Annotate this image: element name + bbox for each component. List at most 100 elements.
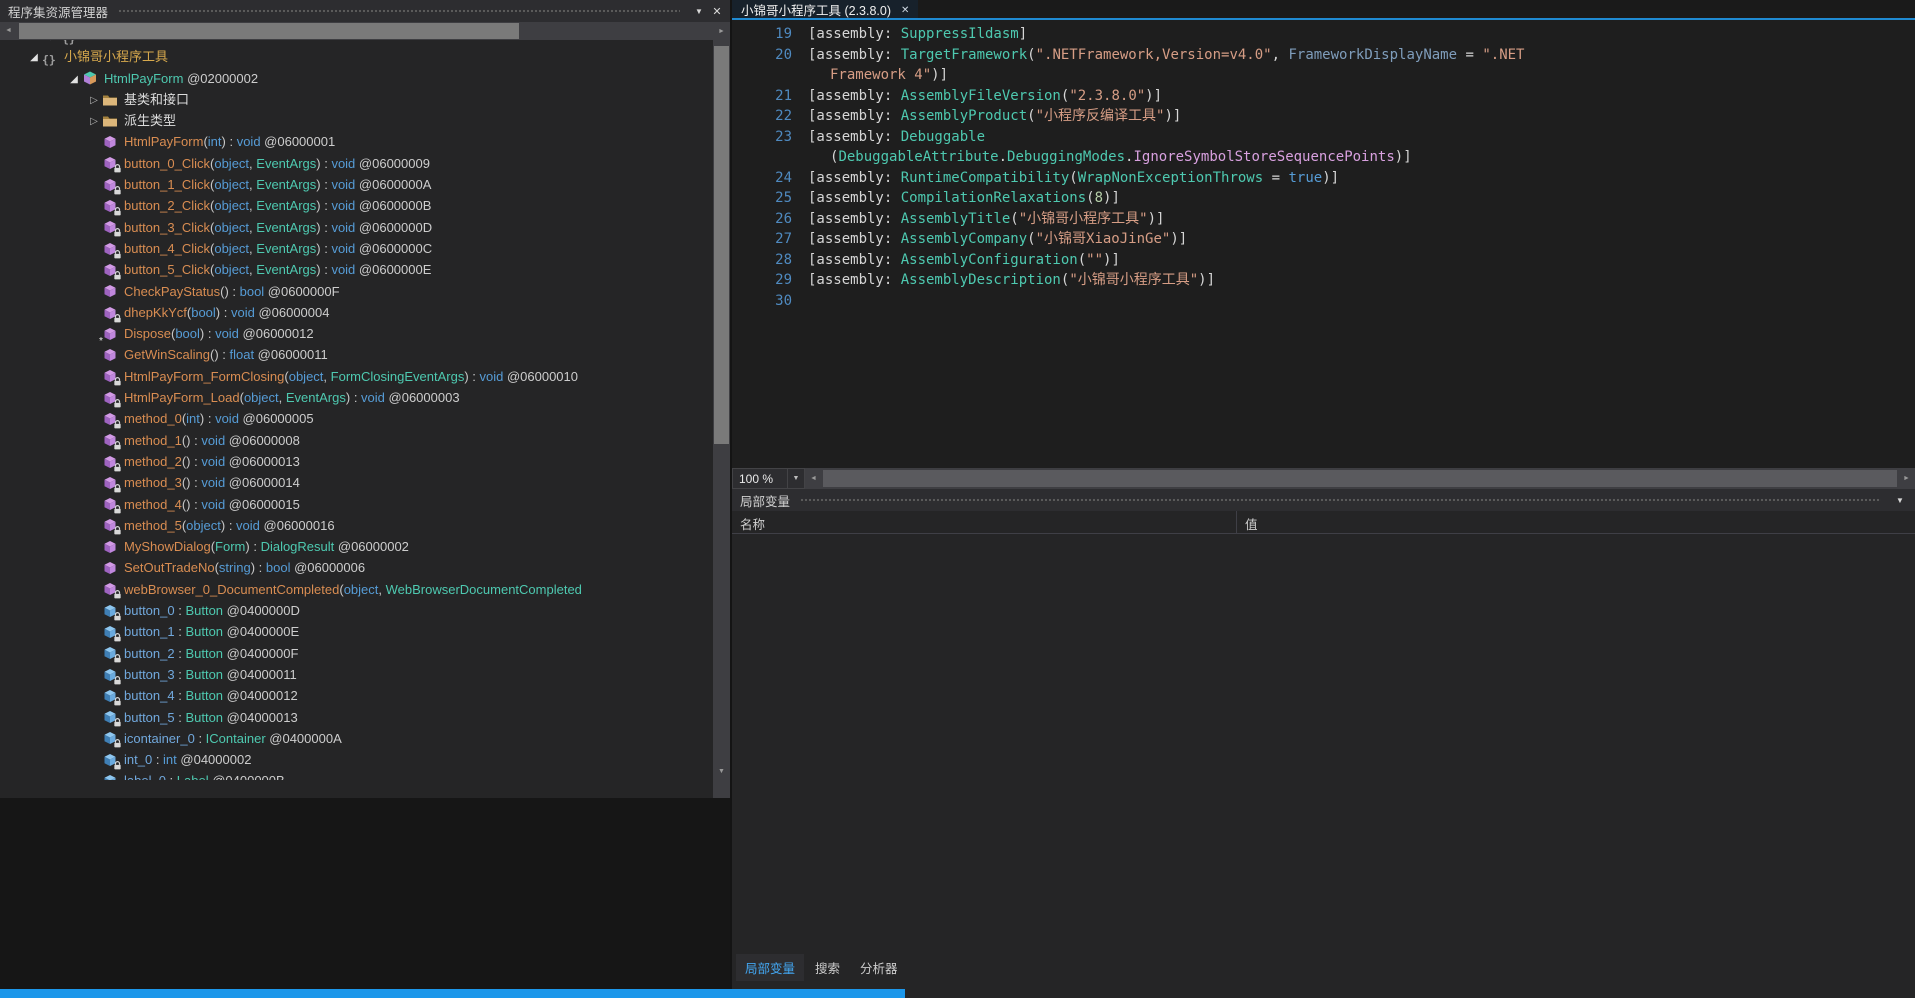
explorer-titlebar[interactable]: 程序集资源管理器	[0, 0, 730, 22]
chevron-down-icon[interactable]	[690, 2, 708, 20]
tree-row[interactable]: webBrowser_0_DocumentCompleted(object, W…	[0, 579, 713, 600]
tree-row[interactable]: * Dispose(bool) : void @06000012	[0, 323, 713, 344]
zoom-level[interactable]: 100 %	[732, 468, 788, 489]
scroll-down-icon[interactable]	[713, 763, 730, 780]
method-lock-icon	[102, 241, 119, 257]
close-icon[interactable]	[708, 2, 726, 20]
tree-row[interactable]: button_0 : Button @0400000D	[0, 600, 713, 621]
code-text: [assembly: AssemblyConfiguration("")]	[808, 250, 1120, 271]
horizontal-scroll-thumb[interactable]	[19, 23, 519, 39]
line-number: 30	[744, 291, 792, 312]
line-number: 29	[744, 270, 792, 291]
method-lock-icon	[102, 155, 119, 171]
collapse-arrow-icon[interactable]	[26, 45, 42, 68]
tree-row[interactable]: MyShowDialog(Form) : DialogResult @06000…	[0, 536, 713, 557]
tree-row[interactable]: dhepKkYcf(bool) : void @06000004	[0, 302, 713, 323]
tree-row[interactable]: GetWinScaling() : float @06000011	[0, 344, 713, 365]
tree-row-label: dhepKkYcf(bool) : void @06000004	[124, 302, 329, 323]
expand-arrow-icon[interactable]	[86, 88, 102, 111]
tree-row[interactable]: button_1_Click(object, EventArgs) : void…	[0, 174, 713, 195]
scroll-left-icon[interactable]	[0, 22, 17, 39]
document-tab-title: 小锦哥小程序工具 (2.3.8.0)	[741, 0, 891, 19]
tree-row[interactable]: button_3_Click(object, EventArgs) : void…	[0, 217, 713, 238]
field-lock-icon	[102, 730, 119, 746]
field-lock-icon	[102, 752, 119, 768]
scroll-right-icon[interactable]	[1898, 470, 1915, 487]
tree-row[interactable]: CheckPayStatus() : bool @0600000F	[0, 281, 713, 302]
tree-row[interactable]: button_1 : Button @0400000E	[0, 621, 713, 642]
bottom-tab[interactable]: 分析器	[851, 954, 907, 981]
tree-row[interactable]: method_2() : void @06000013	[0, 451, 713, 472]
tree-vertical-scrollbar[interactable]	[713, 22, 730, 780]
code-line: (DebuggableAttribute.DebuggingModes.Igno…	[744, 147, 1915, 168]
tree-row-label: Dispose(bool) : void @06000012	[124, 323, 314, 344]
locals-grid[interactable]	[732, 534, 1915, 952]
collapse-arrow-icon[interactable]	[66, 67, 82, 90]
method-icon	[102, 539, 119, 555]
method-lock-icon	[102, 368, 119, 384]
horizontal-scroll-thumb[interactable]	[823, 470, 1897, 487]
tree-row[interactable]: button_5 : Button @04000013	[0, 707, 713, 728]
tree-row[interactable]: button_4_Click(object, EventArgs) : void…	[0, 238, 713, 259]
tree-horizontal-scrollbar[interactable]	[0, 22, 730, 40]
scrollbar-corner	[713, 780, 730, 798]
tree-row[interactable]: method_4() : void @06000015	[0, 494, 713, 515]
tree-row[interactable]: button_0_Click(object, EventArgs) : void…	[0, 153, 713, 174]
bottom-tab[interactable]: 搜索	[806, 954, 849, 981]
tree-row[interactable]: button_4 : Button @04000012	[0, 685, 713, 706]
tree-row-label: CheckPayStatus() : bool @0600000F	[124, 281, 340, 302]
method-lock-icon	[102, 475, 119, 491]
tree-row[interactable]: 派生类型	[0, 110, 713, 131]
chevron-down-icon[interactable]	[1891, 491, 1909, 509]
tree-row[interactable]: button_5_Click(object, EventArgs) : void…	[0, 259, 713, 280]
vertical-scroll-thumb[interactable]	[714, 46, 729, 444]
tree-row[interactable]: HtmlPayForm(int) : void @06000001	[0, 131, 713, 152]
bottom-tab[interactable]: 局部变量	[736, 954, 804, 981]
code-text: [assembly: CompilationRelaxations(8)]	[808, 188, 1120, 209]
tree-row[interactable]: button_2_Click(object, EventArgs) : void…	[0, 195, 713, 216]
tree-row[interactable]: button_2 : Button @0400000F	[0, 643, 713, 664]
tree-row[interactable]: label_0 : Label @0400000B	[0, 770, 713, 780]
tree-row-label: button_3 : Button @04000011	[124, 664, 297, 685]
tree-row[interactable]: HtmlPayForm_FormClosing(object, FormClos…	[0, 366, 713, 387]
tree-row[interactable]: SetOutTradeNo(string) : bool @06000006	[0, 557, 713, 578]
line-number: 23	[744, 127, 792, 148]
code-horizontal-scrollbar[interactable]	[805, 468, 1915, 489]
scroll-left-icon[interactable]	[805, 470, 822, 487]
tree-row[interactable]: int_0 : int @04000002	[0, 749, 713, 770]
tree-row[interactable]: method_5(object) : void @06000016	[0, 515, 713, 536]
code-text: [assembly: AssemblyCompany("小锦哥XiaoJinGe…	[808, 229, 1187, 250]
method-star-icon: *	[102, 326, 119, 342]
tree-row-label: GetWinScaling() : float @06000011	[124, 344, 328, 365]
tab-close-icon[interactable]	[901, 2, 909, 16]
tree-row[interactable]: {}小锦哥小程序工具	[0, 46, 713, 67]
tree-row[interactable]: method_0(int) : void @06000005	[0, 408, 713, 429]
line-number: 24	[744, 168, 792, 189]
tree-row[interactable]: method_1() : void @06000008	[0, 430, 713, 451]
code-line: 25[assembly: CompilationRelaxations(8)]	[744, 188, 1915, 209]
tree-row-label: 派生类型	[124, 110, 176, 131]
tree-row[interactable]: method_3() : void @06000014	[0, 472, 713, 493]
line-number: 21	[744, 86, 792, 107]
code-view[interactable]: 19[assembly: SuppressIldasm]20[assembly:…	[732, 22, 1915, 468]
tree-row-label: button_3_Click(object, EventArgs) : void…	[124, 217, 432, 238]
tree-row[interactable]: 基类和接口	[0, 89, 713, 110]
document-tab[interactable]: 小锦哥小程序工具 (2.3.8.0)	[732, 0, 918, 18]
tree-row[interactable]: button_3 : Button @04000011	[0, 664, 713, 685]
zoom-dropdown-icon[interactable]	[788, 468, 805, 489]
expand-arrow-icon[interactable]	[86, 109, 102, 132]
tree-row[interactable]: HtmlPayForm @02000002	[0, 68, 713, 89]
column-header-value[interactable]: 值	[1237, 511, 1915, 533]
tree-row[interactable]: icontainer_0 : IContainer @0400000A	[0, 728, 713, 749]
tree-row-label: button_2 : Button @0400000F	[124, 643, 298, 664]
method-lock-icon	[102, 177, 119, 193]
tree-row-label: button_1_Click(object, EventArgs) : void…	[124, 174, 431, 195]
document-tabstrip: 小锦哥小程序工具 (2.3.8.0)	[732, 0, 1915, 20]
assembly-tree[interactable]: {}-{}小锦哥小程序工具HtmlPayForm @02000002基类和接口派…	[0, 22, 713, 780]
tree-row[interactable]: HtmlPayForm_Load(object, EventArgs) : vo…	[0, 387, 713, 408]
column-header-name[interactable]: 名称	[732, 511, 1237, 533]
field-lock-icon	[102, 624, 119, 640]
scroll-right-icon[interactable]	[713, 23, 730, 40]
code-text: [assembly: AssemblyDescription("小锦哥小程序工具…	[808, 270, 1215, 291]
locals-titlebar[interactable]: 局部变量	[732, 489, 1915, 511]
